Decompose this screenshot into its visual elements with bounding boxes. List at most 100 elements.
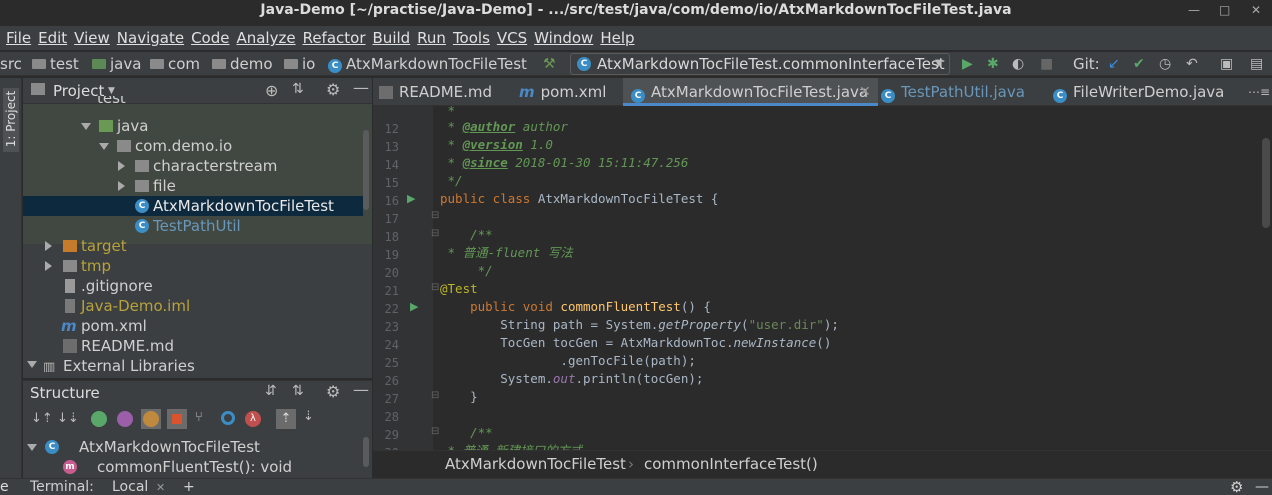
tree-item-target[interactable]: target: [23, 236, 363, 256]
expand-all-icon[interactable]: ⇵: [265, 383, 277, 399]
collapse-arrow-icon[interactable]: [45, 261, 52, 271]
close-tab-icon[interactable]: ✕: [859, 78, 871, 106]
structure-class-item[interactable]: C AtxMarkdownTocFileTest: [23, 437, 363, 457]
autoscroll-from-source-icon[interactable]: ⇣: [303, 409, 314, 424]
menu-build[interactable]: Build: [370, 26, 414, 50]
commit-icon[interactable]: ✔: [1133, 52, 1145, 76]
sort-alpha-icon[interactable]: ↓⇣: [57, 411, 79, 426]
fold-icon[interactable]: ⊟: [431, 390, 439, 401]
collapse-arrow-icon[interactable]: [118, 181, 125, 191]
crumb-demo[interactable]: demo: [212, 52, 273, 76]
tree-item-file[interactable]: file: [23, 176, 363, 196]
autoscroll-to-source-icon[interactable]: ⇡: [276, 409, 296, 429]
gear-icon[interactable]: ⚙: [326, 382, 340, 401]
expand-arrow-icon[interactable]: [99, 143, 109, 150]
tab-atxmarkdowntocfiletest[interactable]: C AtxMarkdownTocFileTest.java ✕: [623, 78, 878, 106]
fold-icon[interactable]: ⊟: [431, 426, 439, 437]
show-properties-icon[interactable]: [117, 411, 133, 427]
collapse-arrow-icon[interactable]: [118, 161, 125, 171]
show-non-public-toggle[interactable]: [167, 409, 187, 429]
tree-item-atxmarkdowntocfiletest[interactable]: C AtxMarkdownTocFileTest: [23, 196, 363, 216]
tab-filewriterdemo[interactable]: C FileWriterDemo.java: [1053, 78, 1243, 106]
menu-file[interactable]: File: [3, 26, 34, 50]
menu-view[interactable]: View: [71, 26, 113, 50]
minimize-icon[interactable]: —: [1188, 0, 1200, 20]
hide-icon[interactable]: —: [353, 380, 369, 399]
history-icon[interactable]: ◷: [1159, 52, 1171, 76]
project-structure-icon[interactable]: ▣: [1220, 52, 1233, 76]
crumb-com[interactable]: com: [150, 52, 200, 76]
update-project-icon[interactable]: ↙: [1108, 52, 1120, 76]
terminal-tab-local[interactable]: Local: [112, 479, 148, 495]
show-lambdas-icon[interactable]: ⑂: [195, 410, 203, 425]
project-scrollbar[interactable]: [363, 130, 369, 210]
maximize-icon[interactable]: □: [1219, 0, 1230, 20]
close-icon[interactable]: ✕: [1251, 0, 1261, 20]
coverage-icon[interactable]: ◐: [1012, 52, 1024, 76]
menu-edit[interactable]: Edit: [35, 26, 70, 50]
editor-scrollbar[interactable]: [1262, 138, 1270, 228]
tree-item-com-demo-io[interactable]: com.demo.io: [23, 136, 363, 156]
tree-item-gitignore[interactable]: .gitignore: [23, 276, 363, 296]
collapse-all-icon[interactable]: ⇅: [292, 383, 304, 399]
hide-icon[interactable]: —: [353, 78, 369, 97]
new-terminal-button[interactable]: +: [183, 479, 195, 495]
tree-item-external-libraries[interactable]: ▥ External Libraries: [23, 356, 363, 372]
folder-icon: [99, 120, 113, 132]
menu-navigate[interactable]: Navigate: [114, 26, 187, 50]
tree-item-java-demo-iml[interactable]: Java-Demo.iml: [23, 296, 363, 316]
build-hammer-icon[interactable]: ⚒: [543, 52, 556, 76]
show-anonymous-icon[interactable]: [221, 411, 235, 425]
crumb-src[interactable]: src: [0, 52, 22, 76]
menu-code[interactable]: Code: [188, 26, 232, 50]
sort-visibility-icon[interactable]: ↓⇡: [31, 411, 53, 426]
tab-testpathutil[interactable]: C TestPathUtil.java: [881, 78, 1046, 106]
terminal-icon[interactable]: ▤: [1250, 52, 1263, 76]
breadcrumb-class[interactable]: AtxMarkdownTocFileTest: [445, 451, 626, 477]
crumb-class[interactable]: C AtxMarkdownTocFileTest: [328, 52, 527, 76]
menu-run[interactable]: Run: [414, 26, 449, 50]
crumb-test[interactable]: test: [32, 52, 79, 76]
menu-help[interactable]: Help: [597, 26, 637, 50]
debug-icon[interactable]: ✱: [987, 52, 999, 76]
menu-tools[interactable]: Tools: [450, 26, 493, 50]
structure-scrollbar[interactable]: [363, 437, 369, 467]
fold-icon[interactable]: ⊟: [431, 282, 439, 293]
tree-item-java[interactable]: java: [23, 116, 363, 136]
tab-pom-xml[interactable]: m pom.xml: [519, 78, 627, 106]
menu-refactor[interactable]: Refactor: [300, 26, 369, 50]
run-icon[interactable]: ▶: [962, 52, 973, 76]
fold-icon[interactable]: ⊟: [431, 210, 439, 221]
tree-item-testpathutil[interactable]: C TestPathUtil: [23, 216, 363, 236]
run-class-gutter-icon[interactable]: ▶: [407, 192, 415, 205]
crumb-io[interactable]: io: [284, 52, 315, 76]
collapse-arrow-icon[interactable]: [45, 241, 52, 251]
structure-method-item[interactable]: m commonFluentTest(): void: [23, 457, 363, 477]
crumb-java[interactable]: java: [92, 52, 141, 76]
breadcrumb-method[interactable]: commonInterfaceTest(): [644, 451, 818, 477]
expand-arrow-icon[interactable]: [81, 123, 91, 130]
hide-icon[interactable]: —: [1255, 479, 1269, 495]
lambda-icon[interactable]: λ: [245, 411, 261, 427]
run-test-gutter-icon[interactable]: ▶: [410, 300, 418, 313]
tree-item-tmp[interactable]: tmp: [23, 256, 363, 276]
menu-analyze[interactable]: Analyze: [233, 26, 298, 50]
tree-item-characterstream[interactable]: characterstream: [23, 156, 363, 176]
revert-icon[interactable]: ↶: [1186, 52, 1198, 76]
close-tab-icon[interactable]: ✕: [156, 479, 165, 495]
show-fields-toggle[interactable]: [141, 409, 161, 429]
gear-icon[interactable]: ⚙: [1230, 479, 1243, 495]
tool-window-project[interactable]: 1: Project: [3, 88, 19, 152]
collapse-all-icon[interactable]: ⇅: [292, 81, 304, 97]
tab-list-icon[interactable]: ⋯≡: [1248, 78, 1270, 106]
fold-icon[interactable]: ⊟: [431, 228, 439, 239]
stop-icon[interactable]: ■: [1040, 52, 1053, 76]
expand-arrow-icon[interactable]: [27, 444, 37, 451]
menu-window[interactable]: Window: [531, 26, 596, 50]
tree-item-pom-xml[interactable]: m pom.xml: [23, 316, 363, 336]
expand-arrow-icon[interactable]: [27, 361, 37, 368]
show-inherited-icon[interactable]: [91, 411, 107, 427]
run-configuration-select[interactable]: C AtxMarkdownTocFileTest.commonInterface…: [570, 53, 950, 75]
tree-item-readme-md[interactable]: README.md: [23, 336, 363, 356]
menu-vcs[interactable]: VCS: [494, 26, 530, 50]
